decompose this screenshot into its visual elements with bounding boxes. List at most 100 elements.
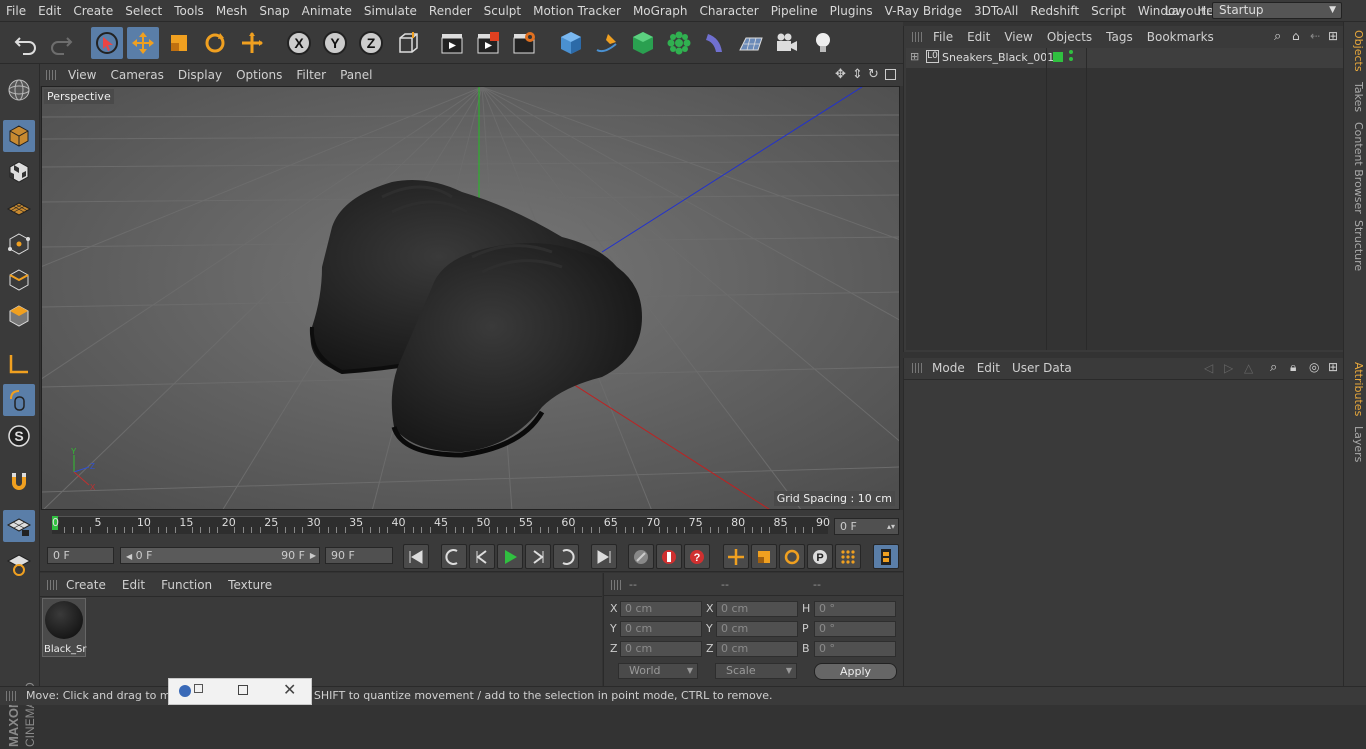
move-tool-button[interactable]: [127, 27, 159, 59]
tab-objects[interactable]: Objects: [1347, 30, 1365, 72]
viewport-menu-display[interactable]: Display: [171, 64, 229, 86]
viewport-menu-options[interactable]: Options: [229, 64, 289, 86]
panel-grip[interactable]: [6, 691, 16, 701]
add-mograph-button[interactable]: [663, 27, 695, 59]
add-spline-pen-button[interactable]: [591, 27, 623, 59]
viewport-menu-panel[interactable]: Panel: [333, 64, 379, 86]
pos-x-field[interactable]: 0 cm: [620, 601, 702, 617]
target-icon[interactable]: ◎: [1309, 360, 1319, 374]
frame-range-slider[interactable]: ◀ 0 F 90 F ▶: [120, 547, 320, 564]
redo-button[interactable]: [45, 27, 77, 59]
next-frame-button[interactable]: [525, 544, 551, 569]
viewport-menu-cameras[interactable]: Cameras: [103, 64, 170, 86]
viewport-perspective[interactable]: Y Z X Perspective Grid Spacing : 10 cm: [41, 86, 900, 510]
layout-dropdown[interactable]: Startup ▼: [1212, 2, 1342, 19]
workplane-align-button[interactable]: [3, 548, 35, 580]
workplane-mode-button[interactable]: [3, 192, 35, 224]
undo-button[interactable]: [10, 27, 42, 59]
restore-icon[interactable]: [194, 684, 203, 693]
menu-redshift[interactable]: Redshift: [1024, 0, 1085, 22]
key-rotation-button[interactable]: [779, 544, 805, 569]
menu-3dtoall[interactable]: 3DToAll: [968, 0, 1024, 22]
material-menu-edit[interactable]: Edit: [114, 576, 153, 594]
search-icon[interactable]: ⌕: [1274, 29, 1281, 44]
pos-y-field[interactable]: 0 cm: [620, 621, 702, 637]
points-mode-button[interactable]: [3, 228, 35, 260]
render-picture-viewer-button[interactable]: [472, 27, 504, 59]
expand-icon[interactable]: ⊞: [910, 50, 919, 63]
material-swatch[interactable]: Black_Sr: [42, 598, 87, 657]
object-menu-objects[interactable]: Objects: [1040, 26, 1099, 48]
render-settings-button[interactable]: [508, 27, 540, 59]
editor-visibility-dot[interactable]: [1069, 50, 1073, 54]
panel-grip[interactable]: [46, 70, 56, 80]
close-icon[interactable]: ✕: [283, 680, 296, 699]
menu-render[interactable]: Render: [423, 0, 478, 22]
solo-button[interactable]: S: [3, 420, 35, 452]
menu-mograph[interactable]: MoGraph: [627, 0, 694, 22]
transform-tool-button[interactable]: [236, 27, 268, 59]
timeline-window-button[interactable]: [873, 544, 899, 569]
go-to-end-button[interactable]: [591, 544, 617, 569]
tab-content-browser[interactable]: Content Browser: [1347, 122, 1365, 214]
record-keys-button[interactable]: [628, 544, 654, 569]
add-camera-button[interactable]: [771, 27, 803, 59]
back-arrow-icon[interactable]: ◁: [1204, 361, 1213, 375]
panel-grip[interactable]: [47, 580, 57, 590]
add-environment-button[interactable]: [735, 27, 767, 59]
tweak-mode-button[interactable]: [3, 384, 35, 416]
object-menu-bookmarks[interactable]: Bookmarks: [1140, 26, 1221, 48]
menu-pipeline[interactable]: Pipeline: [765, 0, 824, 22]
size-y-field[interactable]: 0 cm: [716, 621, 798, 637]
lock-icon[interactable]: 🔒︎: [1290, 360, 1296, 375]
enable-axis-button[interactable]: [3, 348, 35, 380]
key-parameter-button[interactable]: P: [807, 544, 833, 569]
menu-edit[interactable]: Edit: [32, 0, 67, 22]
rot-h-field[interactable]: 0 °: [814, 601, 896, 617]
workplane-lock-button[interactable]: [3, 510, 35, 542]
attribute-menu-edit[interactable]: Edit: [971, 358, 1006, 379]
menu-character[interactable]: Character: [693, 0, 764, 22]
add-cube-button[interactable]: [555, 27, 587, 59]
add-light-button[interactable]: [807, 27, 839, 59]
object-menu-view[interactable]: View: [997, 26, 1039, 48]
viewport-maximize-icon[interactable]: [885, 69, 896, 80]
viewport-dolly-icon[interactable]: ⇕: [852, 67, 863, 82]
render-visibility-dot[interactable]: [1069, 57, 1073, 61]
tab-structure[interactable]: Structure: [1347, 220, 1365, 271]
search-icon[interactable]: ⌕: [1270, 360, 1277, 375]
tab-layers[interactable]: Layers: [1347, 426, 1365, 462]
tab-takes[interactable]: Takes: [1347, 82, 1365, 112]
menu-sculpt[interactable]: Sculpt: [478, 0, 527, 22]
size-mode-dropdown[interactable]: Scale ▼: [715, 663, 797, 679]
key-scale-button[interactable]: [751, 544, 777, 569]
render-view-button[interactable]: [436, 27, 468, 59]
autokey-button[interactable]: [656, 544, 682, 569]
object-menu-edit[interactable]: Edit: [960, 26, 997, 48]
menu-mesh[interactable]: Mesh: [210, 0, 254, 22]
tab-attributes[interactable]: Attributes: [1347, 362, 1365, 416]
keyframe-selection-button[interactable]: ?: [684, 544, 710, 569]
back-icon[interactable]: ⇠: [1310, 29, 1320, 43]
panel-grip[interactable]: [912, 32, 922, 42]
attribute-menu-user-data[interactable]: User Data: [1006, 358, 1078, 379]
new-window-icon[interactable]: ⊞: [1328, 29, 1338, 43]
texture-mode-button[interactable]: [3, 156, 35, 188]
attribute-menu-mode[interactable]: Mode: [926, 358, 971, 379]
layer-color-icon[interactable]: [1053, 52, 1063, 62]
material-menu-texture[interactable]: Texture: [220, 576, 280, 594]
forward-arrow-icon[interactable]: ▷: [1224, 361, 1233, 375]
object-menu-file[interactable]: File: [926, 26, 960, 48]
viewport-menu-filter[interactable]: Filter: [289, 64, 333, 86]
list-item[interactable]: ⊞ L0 Sneakers_Black_001: [906, 48, 1343, 68]
add-deformer-button[interactable]: [699, 27, 731, 59]
timeline-ruler[interactable]: 0 5 10 15 20 25 30 35 40 45 50 55 60 65 70 75 80 85 90 0 F…: [40, 510, 903, 540]
menu-plugins[interactable]: Plugins: [824, 0, 879, 22]
end-frame-field[interactable]: 90 F: [325, 547, 393, 564]
key-pla-button[interactable]: [835, 544, 861, 569]
y-axis-lock-button[interactable]: Y: [319, 27, 351, 59]
rot-p-field[interactable]: 0 °: [814, 621, 896, 637]
live-selection-button[interactable]: [91, 27, 123, 59]
home-icon[interactable]: ⌂: [1292, 29, 1300, 43]
taskbar-window-popup[interactable]: ✕: [168, 678, 312, 705]
